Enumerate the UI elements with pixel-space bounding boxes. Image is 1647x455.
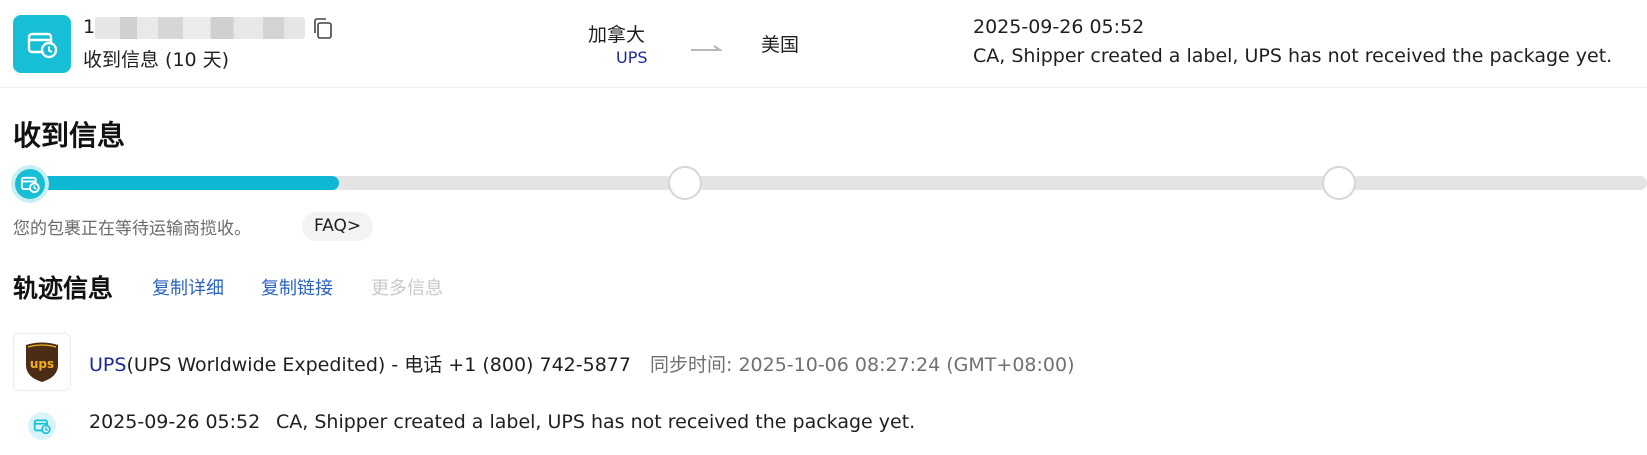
- tracking-number[interactable]: 1: [83, 16, 95, 38]
- latest-event-time: 2025-09-26 05:52: [973, 16, 1145, 38]
- progress-step-2: [668, 166, 702, 200]
- package-clock-icon: [28, 412, 56, 440]
- faq-button[interactable]: FAQ>: [302, 212, 374, 241]
- sync-time: 同步时间: 2025-10-06 08:27:24 (GMT+08:00): [650, 354, 1075, 376]
- event-description: CA, Shipper created a label, UPS has not…: [276, 411, 916, 433]
- carrier-phone: - 电话 +1 (800) 742-5877: [385, 354, 631, 376]
- latest-event-description: CA, Shipper created a label, UPS has not…: [973, 45, 1613, 67]
- origin-carrier[interactable]: UPS: [616, 48, 648, 67]
- progress-track: [22, 176, 1647, 190]
- status-title: 收到信息: [13, 119, 126, 152]
- status-hint: 您的包裹正在等待运输商揽收。: [13, 219, 251, 239]
- svg-text:ups: ups: [30, 357, 54, 371]
- progress-step-current: [11, 165, 49, 203]
- ups-logo: ups: [13, 333, 71, 391]
- progress-fill: [22, 176, 339, 190]
- copy-icon[interactable]: [312, 17, 334, 41]
- package-clock-icon: [15, 169, 45, 199]
- carrier-service: (UPS Worldwide Expedited): [126, 354, 386, 376]
- shipment-summary: 1 收到信息 (10 天) 加拿大 UPS 美国 2025-09-26 05:5…: [0, 0, 1647, 88]
- shipment-status-text: 收到信息 (10 天): [83, 49, 230, 71]
- carrier-info: UPS(UPS Worldwide Expedited) - 电话 +1 (80…: [89, 350, 631, 377]
- copy-details-link[interactable]: 复制详细: [152, 274, 224, 300]
- origin-country: 加拿大: [588, 24, 646, 46]
- copy-link-link[interactable]: 复制链接: [261, 274, 333, 300]
- more-info-link: 更多信息: [371, 278, 443, 299]
- arrow-right-icon: [690, 38, 724, 51]
- destination-country: 美国: [761, 34, 800, 56]
- event-time: 2025-09-26 05:52: [89, 411, 261, 433]
- package-clock-icon: [13, 15, 71, 73]
- tracking-info-title: 轨迹信息: [13, 274, 114, 303]
- carrier-name-link[interactable]: UPS: [89, 354, 126, 376]
- progress-step-3: [1322, 166, 1356, 200]
- tracking-number-redaction: [95, 17, 305, 39]
